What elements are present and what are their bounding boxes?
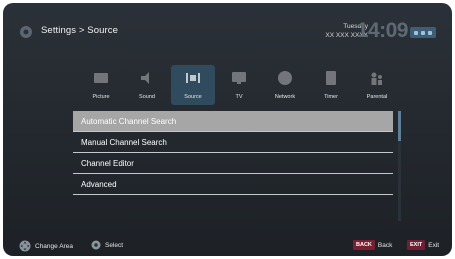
change-area-hint: Change Area (19, 240, 73, 252)
dpad-icon (19, 240, 31, 252)
tab-label: Network (274, 94, 296, 100)
exit-key-badge: EXIT (407, 240, 426, 250)
scrollbar[interactable] (398, 111, 401, 221)
timer-icon (326, 71, 336, 85)
select-hint: Select (91, 240, 123, 250)
exit-label: Exit (428, 241, 440, 249)
tab-label: TV (235, 94, 243, 100)
footer: Change Area Select BACK Back EXIT Exit (3, 234, 452, 256)
clock: 14:09 (356, 19, 409, 42)
speaker-icon (141, 72, 149, 84)
tv-icon (232, 72, 246, 84)
header: Settings > Source Tuesday XX XXX XXXX 14… (3, 3, 452, 63)
tab-label: Sound (139, 94, 155, 100)
tv-settings-screen: Settings > Source Tuesday XX XXX XXXX 14… (3, 3, 452, 256)
menu-item-channel-editor[interactable]: Channel Editor (73, 153, 393, 174)
tab-timer[interactable]: Timer (309, 65, 353, 105)
back-hint: BACK Back (353, 240, 392, 250)
select-label: Select (105, 241, 124, 249)
tab-network[interactable]: Network (263, 65, 307, 105)
tab-tv[interactable]: TV (217, 65, 261, 105)
exit-hint: EXIT Exit (407, 240, 439, 250)
tab-label: Picture (92, 94, 110, 100)
tab-source[interactable]: Source (171, 65, 215, 105)
source-menu: Automatic Channel Search Manual Channel … (73, 111, 393, 195)
menu-item-automatic-channel-search[interactable]: Automatic Channel Search (73, 111, 393, 132)
breadcrumb: Settings > Source (41, 25, 118, 36)
tab-label: Parental (366, 94, 388, 100)
back-label: Back (377, 241, 393, 249)
source-icon (186, 73, 200, 83)
tab-sound[interactable]: Sound (125, 65, 169, 105)
tab-parental[interactable]: Parental (355, 65, 399, 105)
ok-button-icon (91, 240, 101, 250)
scroll-thumb[interactable] (398, 111, 401, 141)
picture-icon (94, 73, 108, 83)
globe-icon (278, 71, 292, 85)
category-tabs: Picture Sound Source TV Network Timer Pa… (79, 65, 399, 105)
tab-label: Timer (324, 94, 338, 100)
back-key-badge: BACK (353, 240, 375, 250)
tab-label: Source (184, 94, 202, 100)
menu-item-advanced[interactable]: Advanced (73, 174, 393, 195)
menu-item-manual-channel-search[interactable]: Manual Channel Search (73, 132, 393, 153)
tab-picture[interactable]: Picture (79, 65, 123, 105)
parental-icon (371, 72, 382, 85)
gear-icon (19, 25, 33, 39)
network-status-icon (410, 27, 436, 38)
change-area-label: Change Area (35, 242, 73, 250)
